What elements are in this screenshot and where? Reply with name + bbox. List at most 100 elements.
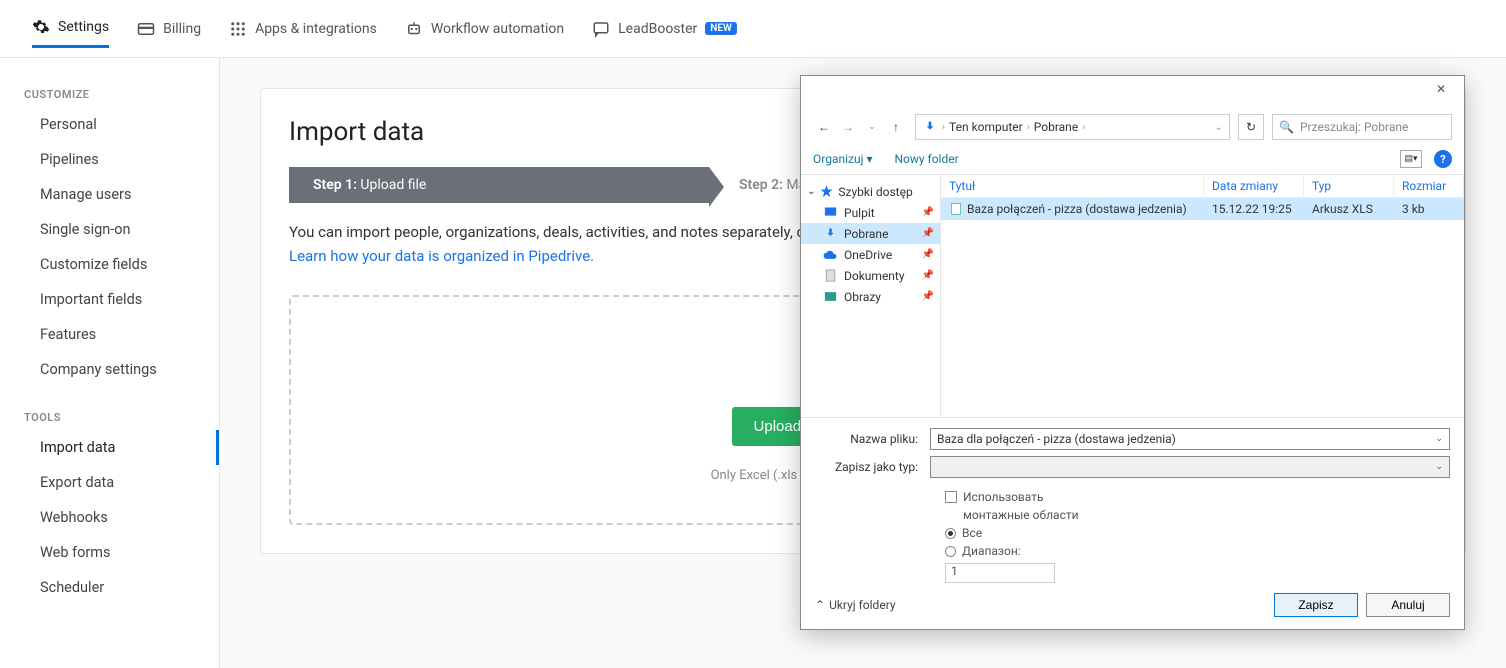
savetype-label: Zapisz jako typ:	[815, 460, 930, 474]
grid-icon	[229, 20, 247, 38]
sidebar-item-import-data[interactable]: Import data	[0, 430, 219, 465]
search-placeholder: Przeszukaj: Pobrane	[1300, 120, 1408, 134]
sidebar-item-sso[interactable]: Single sign-on	[0, 212, 219, 247]
col-type[interactable]: Typ	[1304, 175, 1394, 197]
use-artboards-label2: монтажные области	[963, 508, 1079, 522]
tree-downloads[interactable]: Pobrane 📌	[801, 223, 940, 244]
downloads-icon	[922, 119, 938, 135]
sidebar-item-webhooks[interactable]: Webhooks	[0, 500, 219, 535]
card-icon	[137, 20, 155, 38]
hide-folders-label: Ukryj foldery	[829, 598, 895, 612]
search-icon: 🔍	[1279, 120, 1294, 134]
col-size[interactable]: Rozmiar	[1394, 175, 1464, 197]
pin-icon: 📌	[922, 249, 934, 260]
dialog-addressbar: ← → ⌄ ↑ › Ten komputer › Pobrane › ⌄ ↻ 🔍…	[801, 110, 1464, 144]
nav-leadbooster[interactable]: LeadBooster NEW	[592, 14, 737, 44]
sidebar-item-export-data[interactable]: Export data	[0, 465, 219, 500]
dialog-toolbar: Organizuj ▾ Nowy folder ▤▾ ?	[801, 144, 1464, 174]
learn-link[interactable]: Learn how your data is organized in Pipe…	[289, 247, 594, 265]
top-nav: Settings Billing Apps & integrations Wor…	[0, 0, 1506, 58]
path-seg-2[interactable]: Pobrane	[1034, 120, 1078, 134]
all-radio[interactable]	[945, 528, 956, 539]
nav-apps[interactable]: Apps & integrations	[229, 14, 377, 44]
star-icon	[819, 184, 834, 199]
back-button[interactable]: ←	[813, 116, 835, 138]
tree-desktop[interactable]: Pulpit 📌	[801, 202, 940, 223]
file-type: Arkusz XLS	[1304, 200, 1394, 218]
sidebar-item-web-forms[interactable]: Web forms	[0, 535, 219, 570]
pin-icon: 📌	[922, 270, 934, 281]
file-save-dialog: ✕ ← → ⌄ ↑ › Ten komputer › Pobrane › ⌄ ↻…	[800, 75, 1465, 630]
sidebar: CUSTOMIZE Personal Pipelines Manage user…	[0, 58, 220, 668]
hide-folders[interactable]: ⌃ Ukryj foldery	[815, 598, 896, 612]
path-dropdown[interactable]: ⌄	[1215, 122, 1223, 133]
col-name[interactable]: Tytuł	[941, 175, 1204, 197]
step-1-label: Step 1:	[313, 177, 357, 193]
organize-menu[interactable]: Organizuj ▾	[813, 152, 872, 166]
refresh-button[interactable]: ↻	[1238, 114, 1264, 140]
save-button[interactable]: Zapisz	[1274, 593, 1358, 617]
tree-onedrive[interactable]: OneDrive 📌	[801, 244, 940, 265]
step-2-label: Step 2:	[739, 177, 783, 193]
path-bar[interactable]: › Ten komputer › Pobrane › ⌄	[915, 114, 1230, 140]
filename-label: Nazwa pliku:	[815, 432, 930, 446]
range-radio[interactable]	[945, 546, 956, 557]
nav-workflow-label: Workflow automation	[431, 21, 564, 37]
use-artboards-checkbox[interactable]	[945, 491, 957, 503]
pictures-icon	[823, 289, 838, 304]
sidebar-item-manage-users[interactable]: Manage users	[0, 177, 219, 212]
desktop-icon	[823, 205, 838, 220]
tree-desktop-label: Pulpit	[844, 206, 875, 220]
new-badge: NEW	[705, 22, 737, 35]
sidebar-item-features[interactable]: Features	[0, 317, 219, 352]
sidebar-item-scheduler[interactable]: Scheduler	[0, 570, 219, 605]
nav-billing[interactable]: Billing	[137, 14, 201, 44]
new-folder-button[interactable]: Nowy folder	[894, 152, 958, 166]
dialog-titlebar: ✕	[801, 76, 1464, 110]
help-button[interactable]: ?	[1434, 150, 1452, 168]
filename-input[interactable]: Baza dla połączeń - pizza (dostawa jedze…	[930, 428, 1450, 450]
cancel-button[interactable]: Anuluj	[1366, 593, 1450, 617]
forward-button[interactable]: →	[837, 116, 859, 138]
quick-access-header[interactable]: ⌄ Szybki dostęp	[801, 181, 940, 202]
nav-workflow[interactable]: Workflow automation	[405, 14, 564, 44]
range-input[interactable]: 1	[945, 563, 1055, 583]
sidebar-item-important-fields[interactable]: Important fields	[0, 282, 219, 317]
step-1: Step 1: Upload file	[289, 167, 709, 203]
xls-icon	[949, 202, 963, 216]
pin-icon: 📌	[922, 207, 934, 218]
robot-icon	[405, 20, 423, 38]
sidebar-item-company-settings[interactable]: Company settings	[0, 352, 219, 387]
col-date[interactable]: Data zmiany	[1204, 175, 1304, 197]
chevron-down-icon[interactable]: ⌄	[1435, 434, 1443, 444]
tree-onedrive-label: OneDrive	[844, 248, 892, 262]
tree-documents[interactable]: Dokumenty 📌	[801, 265, 940, 286]
recent-button[interactable]: ⌄	[861, 116, 883, 138]
sidebar-group-customize: CUSTOMIZE	[0, 82, 219, 107]
nav-settings[interactable]: Settings	[32, 12, 109, 48]
chevron-down-icon[interactable]: ⌄	[1435, 462, 1443, 472]
nav-settings-label: Settings	[58, 19, 109, 35]
up-button[interactable]: ↑	[885, 116, 907, 138]
tree-pictures[interactable]: Obrazy 📌	[801, 286, 940, 307]
search-field[interactable]: 🔍 Przeszukaj: Pobrane	[1272, 114, 1452, 140]
sidebar-item-personal[interactable]: Personal	[0, 107, 219, 142]
nav-apps-label: Apps & integrations	[255, 21, 377, 37]
savetype-input[interactable]: ⌄	[930, 456, 1450, 478]
view-toggle[interactable]: ▤▾	[1400, 150, 1422, 168]
use-artboards-label: Использовать	[963, 490, 1044, 504]
path-seg-1[interactable]: Ten komputer	[949, 120, 1023, 134]
tree-documents-label: Dokumenty	[844, 269, 905, 283]
sidebar-item-customize-fields[interactable]: Customize fields	[0, 247, 219, 282]
document-icon	[823, 268, 838, 283]
sidebar-group-tools: TOOLS	[0, 405, 219, 430]
chat-icon	[592, 20, 610, 38]
close-button[interactable]: ✕	[1424, 82, 1458, 104]
file-row[interactable]: Baza połączeń - pizza (dostawa jedzenia)…	[941, 198, 1464, 220]
sidebar-item-pipelines[interactable]: Pipelines	[0, 142, 219, 177]
pin-icon: 📌	[922, 228, 934, 239]
chevron-icon: ⌃	[815, 598, 825, 612]
expand-icon: ⌄	[807, 186, 815, 197]
filename-value: Baza dla połączeń - pizza (dostawa jedze…	[937, 432, 1176, 446]
tree-downloads-label: Pobrane	[844, 227, 888, 241]
